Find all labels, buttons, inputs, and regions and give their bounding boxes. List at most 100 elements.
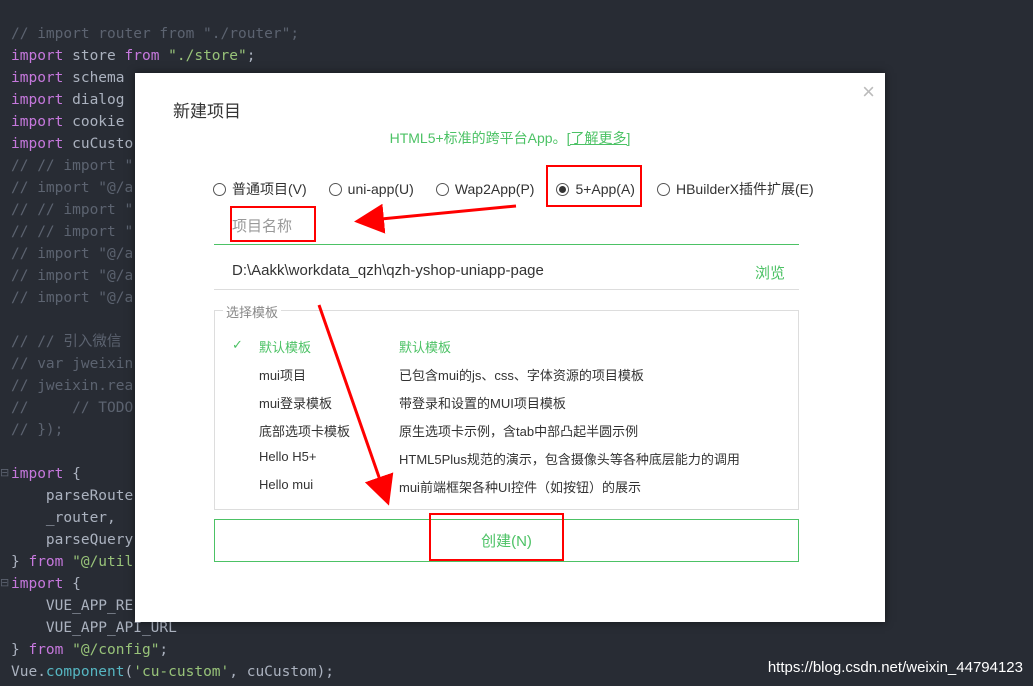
template-name: 默认模板 xyxy=(259,340,312,355)
new-project-dialog: 新建项目 × HTML5+标准的跨平台App。[了解更多] 普通项目(V) uni… xyxy=(135,73,885,622)
code-token: schema xyxy=(63,70,125,86)
code-token: "./store" xyxy=(159,48,247,64)
template-name: Hello mui xyxy=(259,477,314,492)
code-token: VUE_APP_API_URL xyxy=(11,620,177,636)
dialog-title: 新建项目 xyxy=(173,102,241,121)
template-item[interactable]: Hello H5+ HTML5Plus规范的演示，包含摄像头等各种底层能力的调用 xyxy=(215,449,798,473)
code-token: // // import " xyxy=(11,224,134,240)
subtitle-text: HTML5+标准的跨平台App。 xyxy=(389,130,567,146)
project-type-group: 普通项目(V) uni-app(U) Wap2App(P) 5+App(A) HBuil… xyxy=(213,179,836,199)
code-token: , cuCustom); xyxy=(229,664,335,680)
code-token: // jweixin.rea xyxy=(11,378,134,394)
code-token: import xyxy=(11,48,64,64)
radio-label: uni-app(U) xyxy=(347,181,414,197)
template-item[interactable]: mui项目 已包含mui的js、css、字体资源的项目模板 xyxy=(215,365,798,389)
code-token: from xyxy=(28,554,64,570)
code-token: _router, xyxy=(11,510,116,526)
code-token: import xyxy=(11,92,64,108)
code-line: // import router from "./router"; xyxy=(11,23,334,45)
browse-button[interactable]: 浏览 xyxy=(755,262,785,283)
code-token: // var jweixin xyxy=(11,356,134,372)
template-item[interactable]: Hello mui mui前端框架各种UI控件（如按钮）的展示 xyxy=(215,477,798,501)
template-name: 底部选项卡模板 xyxy=(259,424,351,439)
code-token: ; xyxy=(246,48,256,64)
code-token: // import "@/a xyxy=(11,246,134,262)
template-description: 已包含mui的js、css、字体资源的项目模板 xyxy=(399,368,644,383)
code-token: parseRoute xyxy=(11,488,134,504)
radio-icon[interactable] xyxy=(556,182,570,196)
code-token: // import "@/a xyxy=(11,180,134,196)
dialog-subtitle: HTML5+标准的跨平台App。[了解更多] xyxy=(135,128,885,148)
radio-label: Wap2App(P) xyxy=(454,181,535,197)
code-token: // // import " xyxy=(11,202,134,218)
code-token: cuCusto xyxy=(63,136,134,152)
template-fieldset: 选择模板 ✓ 默认模板 默认模板 mui项目 已包含mui的js、css、字体资源的项目… xyxy=(214,302,799,510)
code-token: Vue. xyxy=(11,664,46,680)
radio-project-type[interactable]: uni-app(U) xyxy=(328,179,414,199)
radio-icon[interactable] xyxy=(656,182,670,196)
radio-project-type[interactable]: 5+App(A) xyxy=(556,179,635,199)
template-item[interactable]: 底部选项卡模板 原生选项卡示例，含tab中部凸起半圆示例 xyxy=(215,421,798,445)
code-token: from xyxy=(28,642,64,658)
code-token: // // 引入微信 xyxy=(11,334,122,350)
close-icon[interactable]: × xyxy=(862,79,875,105)
template-description: 原生选项卡示例，含tab中部凸起半圆示例 xyxy=(399,424,639,439)
code-token: ; xyxy=(159,642,169,658)
template-legend: 选择模板 xyxy=(223,302,282,321)
create-button[interactable]: 创建(N) xyxy=(214,519,799,562)
watermark: https://blog.csdn.net/weixin_44794123 xyxy=(767,659,1023,676)
learn-more-link[interactable]: [了解更多] xyxy=(567,130,631,146)
code-line: } from "@/config"; xyxy=(11,639,334,661)
code-token: "@/config" xyxy=(63,642,160,658)
template-name: mui登录模板 xyxy=(259,396,332,411)
template-name: mui项目 xyxy=(259,368,306,383)
code-token: VUE_APP_RE xyxy=(11,598,134,614)
template-description: HTML5Plus规范的演示，包含摄像头等各种底层能力的调用 xyxy=(399,452,740,467)
radio-project-type[interactable]: Wap2App(P) xyxy=(435,179,535,199)
code-token: } xyxy=(11,642,29,658)
code-token: ( xyxy=(124,664,134,680)
radio-icon[interactable] xyxy=(435,182,449,196)
fold-icon[interactable]: ⊟ xyxy=(0,466,9,479)
template-item[interactable]: ✓ 默认模板 默认模板 xyxy=(215,337,798,361)
code-token: import xyxy=(11,114,64,130)
radio-project-type[interactable]: 普通项目(V) xyxy=(213,179,307,199)
code-token: // import router from "./router"; xyxy=(11,26,300,42)
radio-label: 5+App(A) xyxy=(575,181,635,197)
code-token: // // import " xyxy=(11,158,134,174)
project-name-input[interactable] xyxy=(214,209,799,245)
radio-icon[interactable] xyxy=(328,182,342,196)
code-token: from xyxy=(124,48,160,64)
check-icon: ✓ xyxy=(232,337,243,352)
fold-icon[interactable]: ⊟ xyxy=(0,576,9,589)
radio-project-type[interactable]: HBuilderX插件扩展(E) xyxy=(656,179,814,199)
code-token: // import "@/a xyxy=(11,268,134,284)
path-text: D:\Aakk\workdata_qzh\qzh-yshop-uniapp-pa… xyxy=(232,262,544,279)
code-token: 'cu-custom' xyxy=(133,664,230,680)
code-token: parseQuery xyxy=(11,532,134,548)
code-token: cookie xyxy=(63,114,125,130)
code-line: Vue.component('cu-custom', cuCustom); xyxy=(11,661,334,683)
code-token: import xyxy=(11,576,64,592)
code-token: component xyxy=(45,664,125,680)
code-token: } xyxy=(11,554,29,570)
radio-label: 普通项目(V) xyxy=(232,181,307,197)
code-token: dialog xyxy=(63,92,125,108)
radio-icon[interactable] xyxy=(213,182,226,196)
code-token: // }); xyxy=(11,422,64,438)
template-item[interactable]: mui登录模板 带登录和设置的MUI项目模板 xyxy=(215,393,798,417)
project-path-field[interactable]: D:\Aakk\workdata_qzh\qzh-yshop-uniapp-pa… xyxy=(214,253,799,290)
template-description: mui前端框架各种UI控件（如按钮）的展示 xyxy=(399,480,641,495)
code-token: // // TODO xyxy=(11,400,134,416)
code-token: store xyxy=(63,48,125,64)
template-name: Hello H5+ xyxy=(259,449,317,464)
code-token: { xyxy=(63,576,81,592)
code-token: import xyxy=(11,466,64,482)
code-token: // import "@/a xyxy=(11,290,134,306)
code-token: "@/util xyxy=(63,554,134,570)
radio-label: HBuilderX插件扩展(E) xyxy=(675,181,814,197)
template-description: 带登录和设置的MUI项目模板 xyxy=(399,396,566,411)
template-description: 默认模板 xyxy=(399,340,452,355)
code-line: import store from "./store"; xyxy=(11,45,334,67)
code-token: { xyxy=(63,466,81,482)
